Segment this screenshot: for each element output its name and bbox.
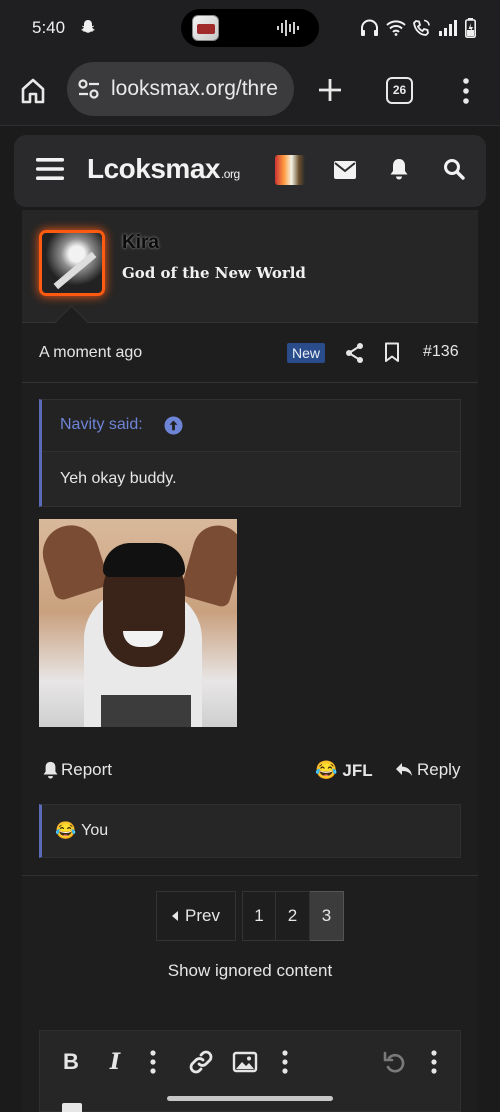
logo-text: Lcoksmax — [87, 153, 220, 184]
caret-left-icon — [172, 911, 179, 921]
account-avatar[interactable] — [275, 155, 305, 185]
recording-wave-icon — [277, 20, 299, 36]
browser-toolbar: looksmax.org/thre 26 — [0, 56, 500, 126]
laughing-crying-emoji-icon: 😂 — [55, 821, 77, 840]
share-icon[interactable] — [345, 342, 365, 364]
report-label: Report — [61, 760, 113, 779]
post-timestamp[interactable]: A moment ago — [39, 344, 142, 362]
post-author-avatar[interactable] — [39, 230, 105, 296]
status-icons — [360, 16, 476, 40]
wifi-call-icon — [413, 19, 430, 36]
site-logo[interactable]: Lcoksmax.org — [87, 153, 240, 185]
reactions-bar[interactable]: 😂 You — [39, 804, 461, 858]
italic-button[interactable]: I — [104, 1049, 126, 1075]
quote-block: Navity said: Yeh okay buddy. — [39, 399, 461, 507]
signal-icon — [439, 20, 457, 36]
page-2-button[interactable]: 2 — [276, 891, 310, 941]
site-header: Lcoksmax.org — [14, 135, 486, 207]
logo-suffix: .org — [220, 167, 240, 181]
divider — [22, 875, 478, 876]
quote-text: Yeh okay buddy. — [60, 470, 177, 487]
thread-post: Kira God of the New World A moment ago N… — [22, 210, 478, 1112]
undo-icon[interactable] — [383, 1049, 407, 1075]
post-author-title: God of the New World — [122, 264, 306, 282]
home-icon[interactable] — [18, 76, 48, 106]
battery-charging-icon — [465, 18, 476, 38]
more-options-icon[interactable] — [429, 1049, 439, 1075]
laughing-crying-emoji-icon: 😂 — [315, 760, 338, 780]
status-time: 5:40 — [32, 18, 66, 37]
url-text[interactable]: looksmax.org/thre — [111, 77, 278, 101]
report-button[interactable]: Report — [42, 760, 112, 780]
new-tab-icon[interactable] — [317, 77, 343, 103]
prev-page-button[interactable]: Prev — [156, 891, 236, 941]
site-info-icon[interactable] — [77, 78, 101, 100]
prev-label: Prev — [185, 906, 220, 925]
post-meta: A moment ago New #136 — [22, 335, 478, 383]
link-icon[interactable] — [188, 1049, 214, 1075]
post-user-card: Kira God of the New World — [22, 210, 478, 323]
status-bar: 5:40 — [0, 0, 500, 56]
mail-icon[interactable] — [334, 161, 356, 179]
wifi-icon — [386, 20, 406, 36]
reply-label: Reply — [417, 760, 461, 779]
post-author-name[interactable]: Kira — [122, 232, 159, 254]
browser-menu-icon[interactable] — [461, 76, 471, 106]
image-icon[interactable] — [232, 1049, 258, 1075]
bell-icon[interactable] — [389, 158, 409, 180]
reactions-text: You — [81, 822, 109, 839]
arrow-up-circle-icon[interactable] — [164, 416, 183, 435]
page-3-button[interactable]: 3 — [310, 891, 344, 941]
more-options-icon[interactable] — [148, 1049, 158, 1075]
media-thumbnail — [192, 15, 219, 41]
quote-author[interactable]: Navity said: — [60, 416, 143, 434]
reply-button[interactable]: Reply — [395, 760, 460, 780]
hamburger-menu-icon[interactable] — [36, 157, 64, 181]
dynamic-island[interactable] — [181, 9, 319, 47]
gesture-home-indicator[interactable] — [167, 1096, 333, 1101]
page-1-button[interactable]: 1 — [242, 891, 276, 941]
more-options-icon[interactable] — [280, 1049, 290, 1075]
new-badge: New — [287, 343, 326, 363]
jfl-reaction-button[interactable]: 😂 JFL — [315, 760, 373, 781]
document-icon[interactable] — [62, 1103, 82, 1112]
tab-switcher-button[interactable]: 26 — [386, 77, 413, 104]
post-reaction-gif[interactable] — [39, 519, 237, 727]
search-icon[interactable] — [443, 158, 465, 180]
bold-button[interactable]: B — [60, 1049, 82, 1075]
quote-header[interactable]: Navity said: — [42, 400, 460, 452]
address-bar[interactable]: looksmax.org/thre — [67, 62, 294, 116]
reply-arrow-icon — [396, 763, 412, 776]
pagination: Prev 1 2 3 — [156, 891, 344, 941]
post-actions: Report 😂 JFL Reply — [22, 745, 478, 795]
jfl-label: JFL — [342, 760, 373, 780]
headphones-icon — [361, 19, 378, 36]
bell-icon — [43, 761, 58, 779]
bookmark-icon[interactable] — [384, 342, 400, 363]
show-ignored-content-link[interactable]: Show ignored content — [22, 961, 478, 981]
post-number[interactable]: #136 — [423, 343, 459, 361]
snapchat-icon — [81, 20, 95, 33]
